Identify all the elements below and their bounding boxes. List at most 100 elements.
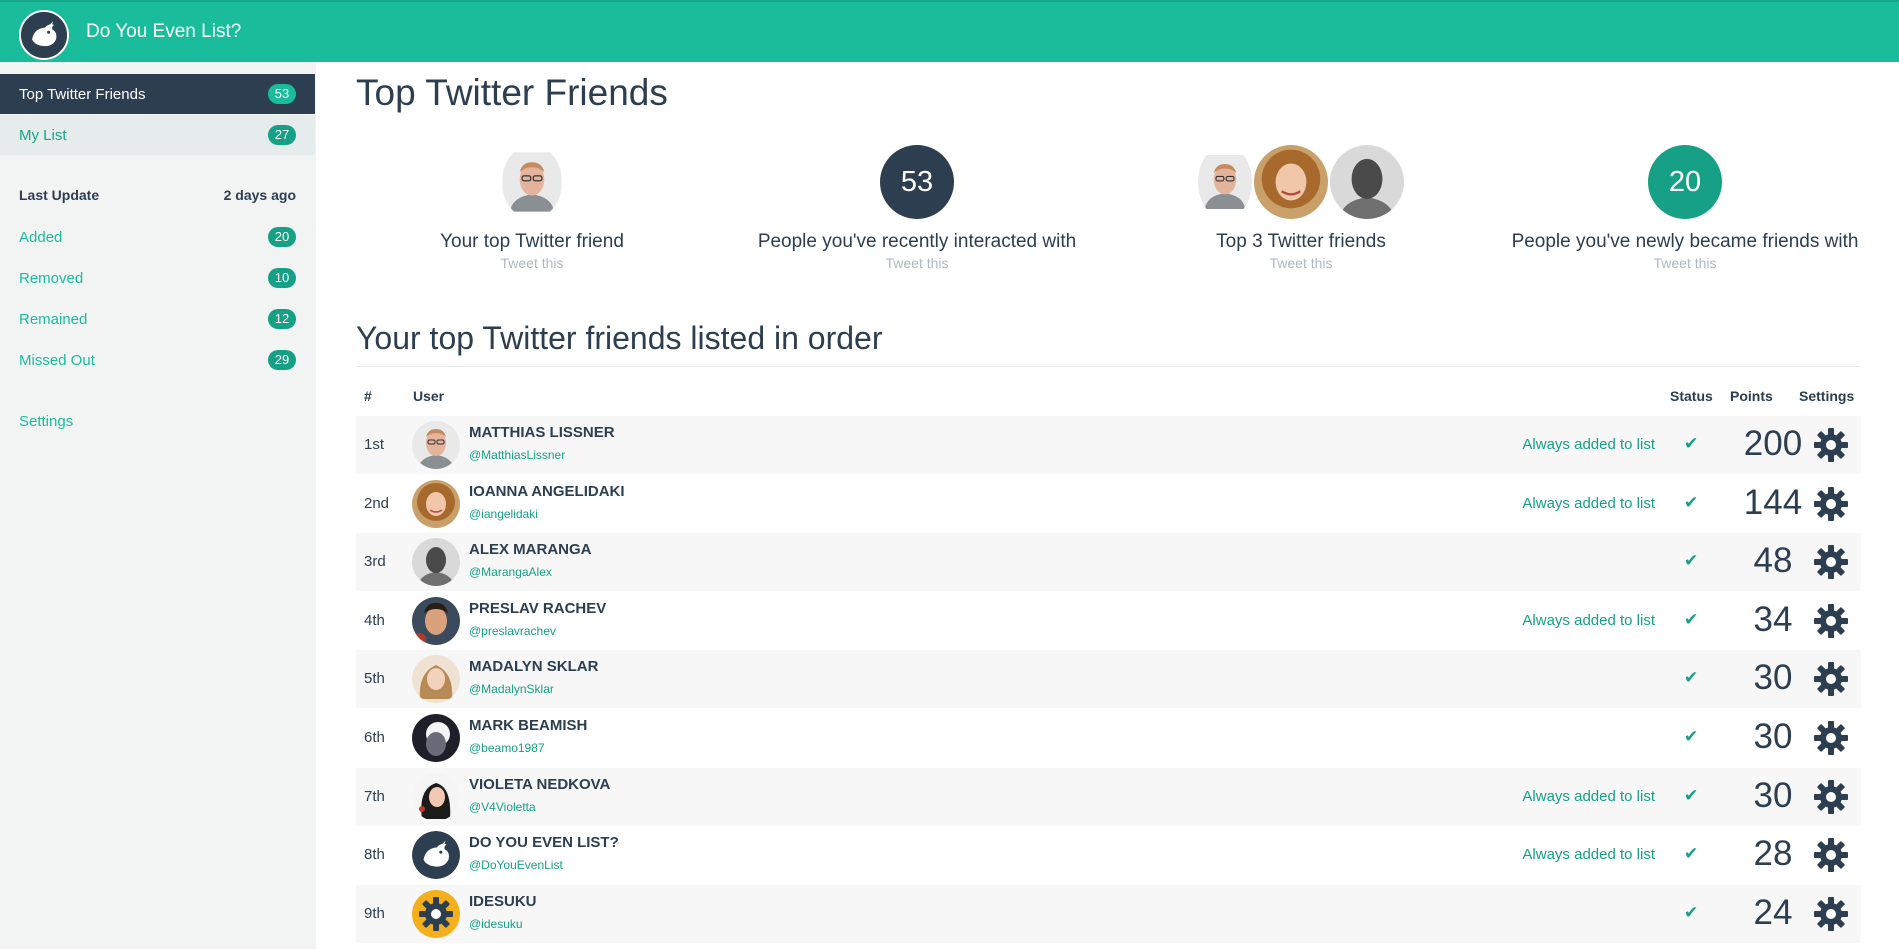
table-row: 9th IDESUKU @idesuku ✔ 24 <box>356 885 1861 943</box>
table-row: 5th MADALYN SKLAR @MadalynSklar ✔ 30 <box>356 650 1861 708</box>
rank-cell: 3rd <box>364 553 386 570</box>
sidebar-item-label[interactable]: Missed Out <box>19 352 95 369</box>
tweet-this-link[interactable]: Tweet this <box>432 255 632 271</box>
user-handle-link[interactable]: @V4Violetta <box>469 800 536 814</box>
avatar[interactable] <box>412 890 460 938</box>
avatar[interactable] <box>412 714 460 762</box>
sidebar-item-label[interactable]: Removed <box>19 270 83 287</box>
gear-icon[interactable] <box>1812 836 1850 874</box>
points-value: 28 <box>1753 834 1793 873</box>
points-value: 30 <box>1753 658 1793 697</box>
check-icon: ✔ <box>1684 610 1699 629</box>
avatar[interactable] <box>412 480 460 528</box>
rank-cell: 6th <box>364 729 385 746</box>
check-icon: ✔ <box>1684 903 1699 922</box>
app-title[interactable]: Do You Even List? <box>86 21 241 43</box>
stat-caption: Top 3 Twitter friends <box>1216 231 1386 252</box>
gear-icon[interactable] <box>1812 485 1850 523</box>
avatar[interactable] <box>412 421 460 469</box>
divider <box>356 366 1861 367</box>
count-badge: 27 <box>268 125 296 145</box>
points-value: 24 <box>1753 893 1793 932</box>
sidebar-item-remained[interactable]: Remained 12 <box>19 309 296 329</box>
check-icon: ✔ <box>1684 727 1699 746</box>
last-update-label: Last Update <box>19 187 100 203</box>
avatar <box>1198 154 1252 210</box>
sidebar-item-settings[interactable]: Settings <box>19 413 296 430</box>
tweet-this-link[interactable]: Tweet this <box>1196 255 1406 271</box>
count-badge: 10 <box>268 268 296 288</box>
always-added-label: Always added to list <box>1522 436 1655 453</box>
user-handle-link[interactable]: @MarangaAlex <box>469 565 552 579</box>
stat-new-friends: 20 People you've newly became friends wi… <box>1511 145 1859 271</box>
user-handle-link[interactable]: @preslavrachev <box>469 624 556 638</box>
stat-top-friend: Your top Twitter friend Tweet this <box>432 145 632 271</box>
user-handle-link[interactable]: @idesuku <box>469 917 523 931</box>
gear-icon[interactable] <box>1812 660 1850 698</box>
check-icon: ✔ <box>1684 786 1699 805</box>
rank-cell: 1st <box>364 436 385 453</box>
column-header-settings: Settings <box>1799 388 1855 404</box>
user-name: MADALYN SKLAR <box>469 658 599 675</box>
table-row: 8th DO YOU EVEN LIST? @DoYouEvenList Always… <box>356 826 1861 884</box>
user-name: ALEX MARANGA <box>469 541 592 558</box>
sidebar-item-label[interactable]: Added <box>19 229 62 246</box>
gear-icon[interactable] <box>1812 602 1850 640</box>
check-icon: ✔ <box>1684 551 1699 570</box>
top-bar: Do You Even List? <box>0 0 1899 62</box>
count-badge: 12 <box>268 309 296 329</box>
always-added-label: Always added to list <box>1522 612 1655 629</box>
table-row: 2nd IOANNA ANGELIDAKI @iangelidaki Always a… <box>356 475 1861 533</box>
user-name: IOANNA ANGELIDAKI <box>469 483 625 500</box>
avatar[interactable] <box>412 597 460 645</box>
sidebar-item-label: Top Twitter Friends <box>19 85 146 103</box>
user-name: VIOLETA NEDKOVA <box>469 776 611 793</box>
avatar[interactable] <box>412 655 460 703</box>
user-handle-link[interactable]: @MatthiasLissner <box>469 448 565 462</box>
avatar[interactable] <box>412 831 460 879</box>
check-icon: ✔ <box>1684 668 1699 687</box>
gear-icon[interactable] <box>1812 895 1850 933</box>
column-header-user: User <box>413 388 445 404</box>
sidebar-item-my-list[interactable]: My List 27 <box>0 115 315 155</box>
sidebar-item-top-twitter-friends[interactable]: Top Twitter Friends 53 <box>0 74 315 114</box>
gear-icon[interactable] <box>1812 778 1850 816</box>
stat-number-circle: 20 <box>1648 145 1722 219</box>
rank-cell: 2nd <box>364 495 390 512</box>
sidebar-item-missed-out[interactable]: Missed Out 29 <box>19 350 296 370</box>
sidebar-item-added[interactable]: Added 20 <box>19 227 296 247</box>
tweet-this-link[interactable]: Tweet this <box>741 255 1093 271</box>
user-name: DO YOU EVEN LIST? <box>469 834 619 851</box>
user-name: PRESLAV RACHEV <box>469 600 607 617</box>
table-row: 3rd ALEX MARANGA @MarangaAlex ✔ 48 <box>356 533 1861 591</box>
sidebar-item-label[interactable]: Settings <box>19 413 73 430</box>
tweet-this-link[interactable]: Tweet this <box>1511 255 1859 271</box>
user-handle-link[interactable]: @beamo1987 <box>469 741 545 755</box>
stat-caption: People you've recently interacted with <box>757 231 1077 252</box>
user-name: MATTHIAS LISSNER <box>469 424 615 441</box>
user-handle-link[interactable]: @MadalynSklar <box>469 682 554 696</box>
avatar <box>502 151 562 213</box>
gear-icon[interactable] <box>1812 719 1850 757</box>
sidebar-item-label[interactable]: Remained <box>19 311 87 328</box>
points-value: 30 <box>1753 776 1793 815</box>
table-row: 4th PRESLAV RACHEV @preslavrachev Always ad… <box>356 592 1861 650</box>
avatar[interactable] <box>412 773 460 821</box>
stat-caption: People you've newly became friends with <box>1511 231 1859 252</box>
section-title: Your top Twitter friends listed in order <box>356 320 883 356</box>
avatar[interactable] <box>412 538 460 586</box>
points-value: 48 <box>1753 541 1793 580</box>
last-update-value: 2 days ago <box>223 187 296 203</box>
stat-number-circle: 53 <box>880 145 954 219</box>
sidebar-item-removed[interactable]: Removed 10 <box>19 268 296 288</box>
count-badge: 20 <box>268 227 296 247</box>
gear-icon[interactable] <box>1812 543 1850 581</box>
user-handle-link[interactable]: @DoYouEvenList <box>469 858 563 872</box>
app-logo-icon[interactable] <box>19 10 69 60</box>
table-row: 6th MARK BEAMISH @beamo1987 ✔ 30 <box>356 709 1861 767</box>
sidebar-item-label: My List <box>19 126 67 144</box>
user-handle-link[interactable]: @iangelidaki <box>469 507 538 521</box>
gear-icon[interactable] <box>1812 426 1850 464</box>
column-header-rank: # <box>364 388 372 404</box>
table-row: 7th VIOLETA NEDKOVA @V4Violetta Always adde… <box>356 768 1861 826</box>
